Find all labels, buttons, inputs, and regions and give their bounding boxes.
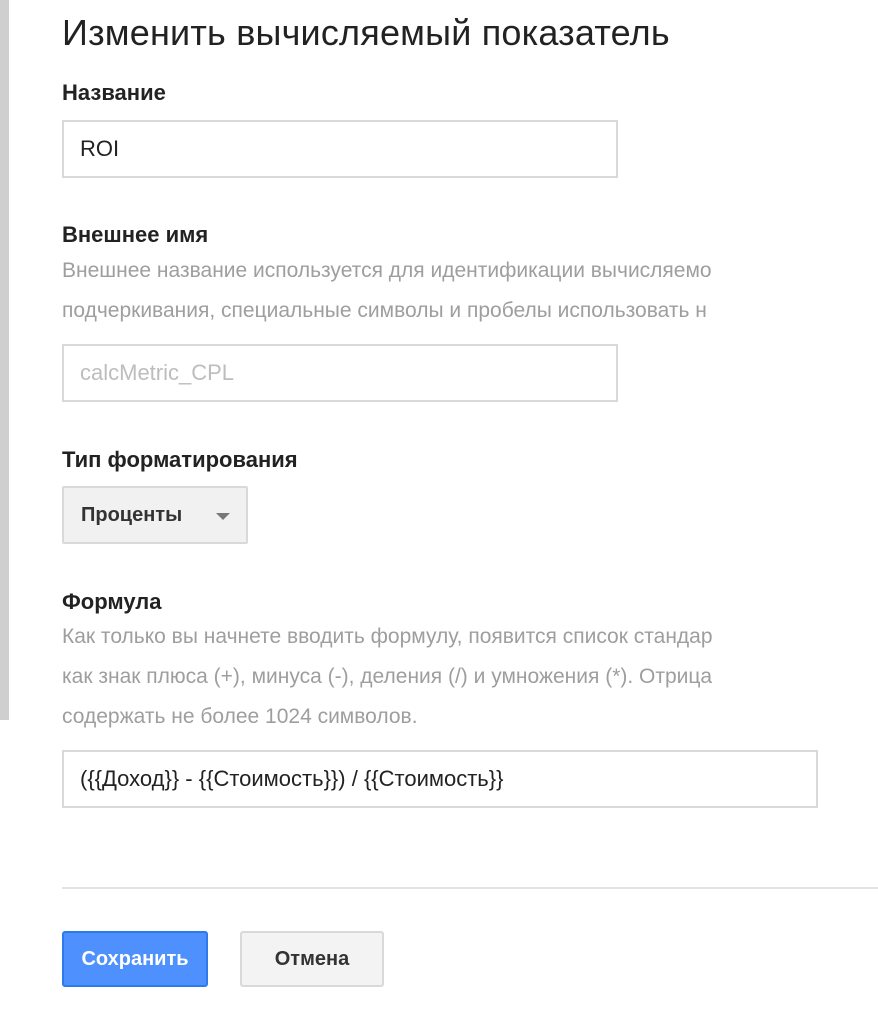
formula-help-line-1: Как только вы начнете вводить формулу, п… bbox=[62, 625, 713, 648]
divider bbox=[62, 887, 878, 889]
format-type-label: Тип форматирования bbox=[62, 447, 298, 472]
page-title: Изменить вычисляемый показатель bbox=[62, 12, 670, 53]
external-name-label: Внешнее имя bbox=[62, 222, 209, 247]
edit-calculated-metric-form: Изменить вычисляемый показатель Название… bbox=[62, 0, 878, 1012]
formula-help-line-3: содержать не более 1024 символов. bbox=[62, 705, 418, 728]
save-button[interactable]: Сохранить bbox=[62, 931, 208, 987]
format-type-dropdown[interactable]: Проценты bbox=[62, 486, 248, 544]
formula-help-line-2: как знак плюса (+), минуса (-), деления … bbox=[62, 665, 713, 688]
external-name-help-line-1: Внешнее название используется для иденти… bbox=[62, 259, 712, 282]
formula-label: Формула bbox=[62, 589, 162, 614]
left-side-bar bbox=[0, 0, 9, 720]
caret-down-icon bbox=[216, 513, 230, 520]
name-input[interactable] bbox=[62, 120, 618, 178]
formula-input[interactable] bbox=[62, 750, 818, 808]
format-type-selected: Проценты bbox=[81, 503, 183, 526]
cancel-button[interactable]: Отмена bbox=[240, 931, 384, 987]
name-label: Название bbox=[62, 80, 166, 105]
external-name-input[interactable] bbox=[62, 344, 618, 402]
external-name-help-line-2: подчеркивания, специальные символы и про… bbox=[62, 299, 707, 322]
